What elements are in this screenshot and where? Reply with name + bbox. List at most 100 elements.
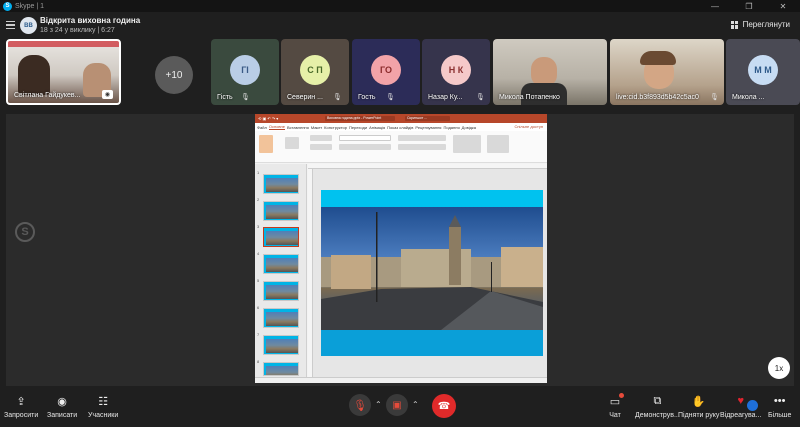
slide-number: 7 xyxy=(257,332,260,337)
slide-thumbnail xyxy=(263,254,299,274)
zoom-level-badge[interactable]: 1x xyxy=(768,357,790,379)
slide-thumbnail xyxy=(263,174,299,194)
ppt-menu-item: Подання xyxy=(443,124,460,130)
slide-thumbnail xyxy=(263,281,299,301)
participant-tile[interactable]: С П Северин ... 🎙 xyxy=(281,39,349,105)
call-controls: ⇪ Запросити ◉ Записати ☷ Учасники 🎙 ⌃ ▣ … xyxy=(0,388,800,427)
ppt-menu-item: Анімація xyxy=(369,124,386,130)
share-out-icon: ⇪ xyxy=(16,395,26,408)
call-title[interactable]: Відкрита виховна година xyxy=(40,16,140,25)
mic-off-icon: 🎙 xyxy=(353,399,367,412)
window-title: Skype | 1 xyxy=(15,2,45,10)
slide-number: 8 xyxy=(257,359,260,364)
ppt-menu-item: Макет xyxy=(310,124,323,130)
more-button[interactable]: ••• Більше xyxy=(768,394,791,419)
paragraph-row xyxy=(398,135,446,141)
participants-button[interactable]: ☷ Учасники xyxy=(88,394,119,420)
slide-thumbnail xyxy=(263,201,299,221)
participant-tile[interactable]: live:cid.b3f893d5b42c5ac0 🎙 xyxy=(610,39,724,105)
participants-strip: Світлана Гайдукев... ◉ +10 ГІ Гість 🎙 С … xyxy=(0,38,800,108)
hamburger-menu-icon[interactable] xyxy=(6,21,15,29)
ribbon-control xyxy=(310,135,332,141)
restore-button[interactable]: ❐ xyxy=(732,0,766,12)
record-button[interactable]: ◉ Записати xyxy=(47,394,78,420)
participants-label: Учасники xyxy=(88,412,119,419)
skype-logo-icon: S xyxy=(15,222,35,242)
group-avatar[interactable]: ВВ xyxy=(20,17,37,34)
paste-icon xyxy=(259,135,273,153)
skype-app-icon: S xyxy=(3,1,12,11)
notification-dot xyxy=(619,393,624,398)
mic-muted-icon: 🎙 xyxy=(476,94,485,101)
ppt-menu-bar: Файл Основне Вставлення Макет Конструкто… xyxy=(255,123,547,131)
editing-group xyxy=(487,135,509,153)
ppt-titlebar: ⟲ ▣ ↶ ↷ ▾ Виховна година.pptx - PowerPoi… xyxy=(255,114,547,123)
ppt-menu-item: Переходи xyxy=(348,124,368,130)
participant-name: Гость xyxy=(358,94,376,101)
participant-tile[interactable]: ГІ Гість 🎙 xyxy=(211,39,279,105)
ppt-status-bar xyxy=(255,377,547,383)
slide-bottom-band xyxy=(321,330,543,356)
new-slide-icon xyxy=(285,137,299,149)
participant-avatar: ГО xyxy=(371,55,401,85)
react-button[interactable]: ♥ Відреагува... xyxy=(720,394,761,419)
participant-tile[interactable]: Микола Потапенко xyxy=(493,39,607,105)
participant-name: live:cid.b3f893d5b42c5ac0 xyxy=(616,94,699,101)
people-icon: ☷ xyxy=(98,395,109,408)
ruler-vertical xyxy=(308,169,313,377)
ppt-document-tab: Скриншот ... xyxy=(405,116,450,121)
call-header: ВВ Відкрита виховна година 18 з 24 у вик… xyxy=(0,12,800,40)
mic-muted-icon: 🎙 xyxy=(386,94,395,101)
participant-tile-self[interactable]: Світлана Гайдукев... ◉ xyxy=(6,39,121,105)
current-slide xyxy=(321,190,543,356)
participant-name: Микола Потапенко xyxy=(499,94,560,101)
share-screen-button[interactable]: ⧉ Демонструв... xyxy=(635,394,680,420)
end-call-button[interactable]: ☎ xyxy=(432,394,456,418)
participant-name: Микола ... xyxy=(732,94,765,101)
record-label: Записати xyxy=(47,412,78,419)
participant-tile[interactable]: М М Микола ... xyxy=(726,39,800,105)
slide-number: 3 xyxy=(257,224,260,229)
camera-button[interactable]: ▣ xyxy=(386,394,408,416)
invite-label: Запросити xyxy=(4,412,39,419)
participant-video xyxy=(18,55,50,95)
raise-hand-label: Підняти руку xyxy=(678,412,720,419)
slide-number: 2 xyxy=(257,197,260,202)
more-dots-icon: ••• xyxy=(773,395,786,407)
ribbon-control xyxy=(310,144,332,150)
ppt-menu-item: Довідка xyxy=(461,124,476,130)
mic-options-caret-icon[interactable]: ⌃ xyxy=(375,400,382,409)
invite-button[interactable]: ⇪ Запросити xyxy=(4,394,39,420)
view-layout-button[interactable]: Переглянути xyxy=(730,20,790,29)
more-participants-button[interactable]: +10 xyxy=(155,56,193,94)
shared-screen[interactable]: ⟲ ▣ ↶ ↷ ▾ Виховна година.pptx - PowerPoi… xyxy=(255,114,547,383)
mute-button[interactable]: 🎙 xyxy=(349,394,371,416)
react-label: Відреагува... xyxy=(720,412,762,419)
ruler-horizontal xyxy=(308,164,547,169)
camera-options-caret-icon[interactable]: ⌃ xyxy=(412,400,419,409)
participant-name: Світлана Гайдукев... xyxy=(14,92,81,99)
participant-video xyxy=(640,51,676,65)
view-layout-label: Переглянути xyxy=(742,20,790,29)
camera-icon[interactable]: ◉ xyxy=(102,90,113,99)
paragraph-row xyxy=(398,144,446,150)
ppt-document-tab: Виховна година.pptx - PowerPoint xyxy=(325,116,395,121)
window-controls: — ❐ ✕ xyxy=(698,0,800,12)
font-select xyxy=(339,135,391,141)
ppt-menu-item: Файл xyxy=(257,124,267,130)
raise-hand-button[interactable]: ✋ Підняти руку xyxy=(678,394,720,420)
slide-number: 1 xyxy=(257,170,260,175)
close-button[interactable]: ✕ xyxy=(766,0,800,12)
participant-avatar: ГІ xyxy=(230,55,260,85)
background-wall-stripe xyxy=(8,41,119,47)
participant-tile[interactable]: ГО Гость 🎙 xyxy=(352,39,420,105)
chat-button[interactable]: ▭ Чат xyxy=(608,393,624,419)
ppt-menu-item: Рецензування xyxy=(415,124,442,130)
ppt-menu-item: Вставлення xyxy=(286,124,309,130)
participant-tile[interactable]: Н К Назар Ку... 🎙 xyxy=(422,39,490,105)
participant-name: Гість xyxy=(217,94,233,101)
slide-top-band xyxy=(321,190,543,207)
window-titlebar: S Skype | 1 — ❐ ✕ xyxy=(0,0,800,12)
minimize-button[interactable]: — xyxy=(698,0,732,12)
slide-thumbnail-selected xyxy=(263,227,299,247)
